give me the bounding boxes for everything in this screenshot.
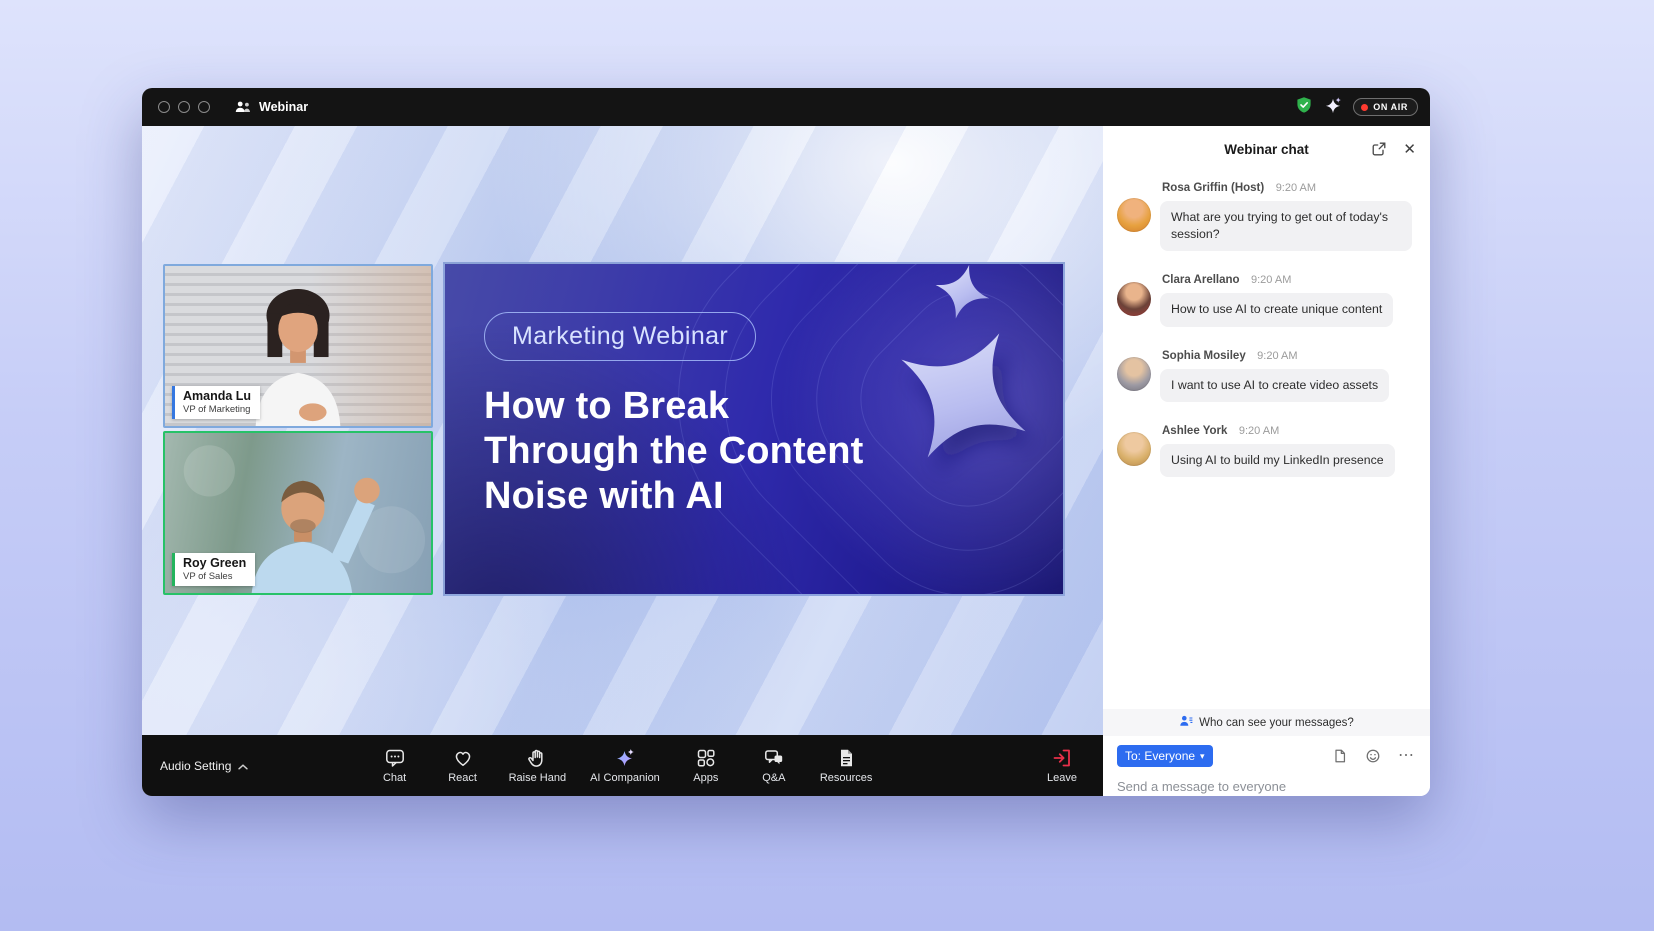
nametag-amanda: Amanda Lu VP of Marketing: [172, 386, 260, 419]
chat-message: Clara Arellano 9:20 AM How to use AI to …: [1117, 270, 1416, 326]
smiley-icon: [1365, 748, 1381, 764]
message-bubble: Using AI to build my LinkedIn presence: [1160, 444, 1395, 477]
qa-icon: [763, 747, 785, 769]
shared-slide: Marketing Webinar How to Break Through t…: [443, 262, 1065, 596]
pop-out-button[interactable]: [1369, 139, 1389, 159]
toolbar-chat-button[interactable]: Chat: [373, 747, 417, 784]
nametag-roy: Roy Green VP of Sales: [172, 553, 255, 586]
chat-message: Sophia Mosiley 9:20 AM I want to use AI …: [1117, 346, 1416, 402]
toolbar-react-button[interactable]: React: [441, 747, 485, 784]
message-author: Sophia Mosiley: [1162, 350, 1246, 362]
webinar-icon: [234, 100, 252, 114]
chat-panel: Webinar chat ✕: [1103, 126, 1430, 796]
toolbar-leave-button[interactable]: Leave: [1047, 735, 1077, 796]
meeting-toolbar: Audio Setting: [142, 735, 1103, 796]
message-bubble: How to use AI to create unique content: [1160, 293, 1393, 326]
on-air-dot-icon: [1361, 104, 1368, 111]
message-author: Clara Arellano: [1162, 274, 1240, 286]
participant-name: Amanda Lu: [183, 389, 251, 403]
toolbar-ai-companion-button[interactable]: AI Companion: [590, 747, 660, 784]
close-icon: ✕: [1403, 142, 1416, 157]
chat-panel-title: Webinar chat: [1224, 142, 1309, 157]
slide-badge: Marketing Webinar: [484, 312, 756, 361]
security-shield-icon[interactable]: [1295, 96, 1313, 119]
leave-icon: [1051, 747, 1073, 769]
window-titlebar: Webinar ON AIR: [142, 88, 1430, 126]
minimize-window-button[interactable]: [178, 101, 190, 113]
toolbar-apps-button[interactable]: Apps: [684, 747, 728, 784]
privacy-person-icon: [1179, 714, 1193, 731]
message-time: 9:20 AM: [1257, 350, 1297, 362]
chat-messages-list[interactable]: Rosa Griffin (Host) 9:20 AM What are you…: [1103, 172, 1430, 709]
more-options-button[interactable]: ⋯: [1396, 748, 1416, 764]
avatar-rosa: [1117, 198, 1151, 232]
slide-title: How to Break Through the Content Noise w…: [484, 384, 864, 518]
on-air-badge: ON AIR: [1353, 98, 1418, 116]
ai-companion-icon: [614, 747, 636, 769]
window-controls: [158, 101, 210, 113]
message-author: Ashlee York: [1162, 425, 1227, 437]
avatar-ashlee: [1117, 432, 1151, 466]
close-window-button[interactable]: [158, 101, 170, 113]
emoji-button[interactable]: [1363, 746, 1383, 766]
apps-icon: [695, 747, 717, 769]
chevron-down-icon: ▾: [1200, 752, 1205, 761]
stage: Amanda Lu VP of Marketing: [142, 126, 1103, 735]
participant-name: Roy Green: [183, 556, 246, 570]
resources-icon: [835, 747, 857, 769]
message-bubble: I want to use AI to create video assets: [1160, 369, 1389, 402]
pop-out-icon: [1371, 141, 1387, 157]
message-bubble: What are you trying to get out of today'…: [1160, 201, 1412, 251]
chat-compose: To: Everyone ▾: [1103, 736, 1430, 796]
window-title: Webinar: [259, 100, 308, 114]
close-chat-button[interactable]: ✕: [1401, 140, 1418, 159]
video-tile-amanda[interactable]: Amanda Lu VP of Marketing: [163, 264, 433, 428]
chat-header: Webinar chat ✕: [1103, 126, 1430, 172]
toolbar-raise-hand-button[interactable]: Raise Hand: [509, 747, 566, 784]
ai-companion-status-icon[interactable]: [1324, 96, 1342, 119]
avatar-clara: [1117, 282, 1151, 316]
chat-message: Ashlee York 9:20 AM Using AI to build my…: [1117, 421, 1416, 477]
participant-role: VP of Marketing: [183, 404, 251, 415]
toolbar-resources-button[interactable]: Resources: [820, 747, 873, 784]
message-time: 9:20 AM: [1251, 274, 1291, 286]
toolbar-qa-button[interactable]: Q&A: [752, 747, 796, 784]
heart-icon: [452, 747, 474, 769]
chat-input[interactable]: [1117, 779, 1416, 794]
video-tile-roy[interactable]: Roy Green VP of Sales: [163, 431, 433, 595]
chat-message: Rosa Griffin (Host) 9:20 AM What are you…: [1117, 178, 1416, 251]
message-time: 9:20 AM: [1276, 182, 1316, 194]
raise-hand-icon: [526, 747, 548, 769]
avatar-sophia: [1117, 357, 1151, 391]
message-time: 9:20 AM: [1239, 425, 1279, 437]
privacy-note[interactable]: Who can see your messages?: [1103, 709, 1430, 736]
chat-icon: [384, 747, 406, 769]
message-author: Rosa Griffin (Host): [1162, 182, 1264, 194]
participant-role: VP of Sales: [183, 571, 246, 582]
webinar-window: Webinar ON AIR: [142, 88, 1430, 796]
attach-file-button[interactable]: [1330, 746, 1350, 766]
file-icon: [1332, 748, 1348, 764]
to-selector[interactable]: To: Everyone ▾: [1117, 745, 1213, 767]
maximize-window-button[interactable]: [198, 101, 210, 113]
